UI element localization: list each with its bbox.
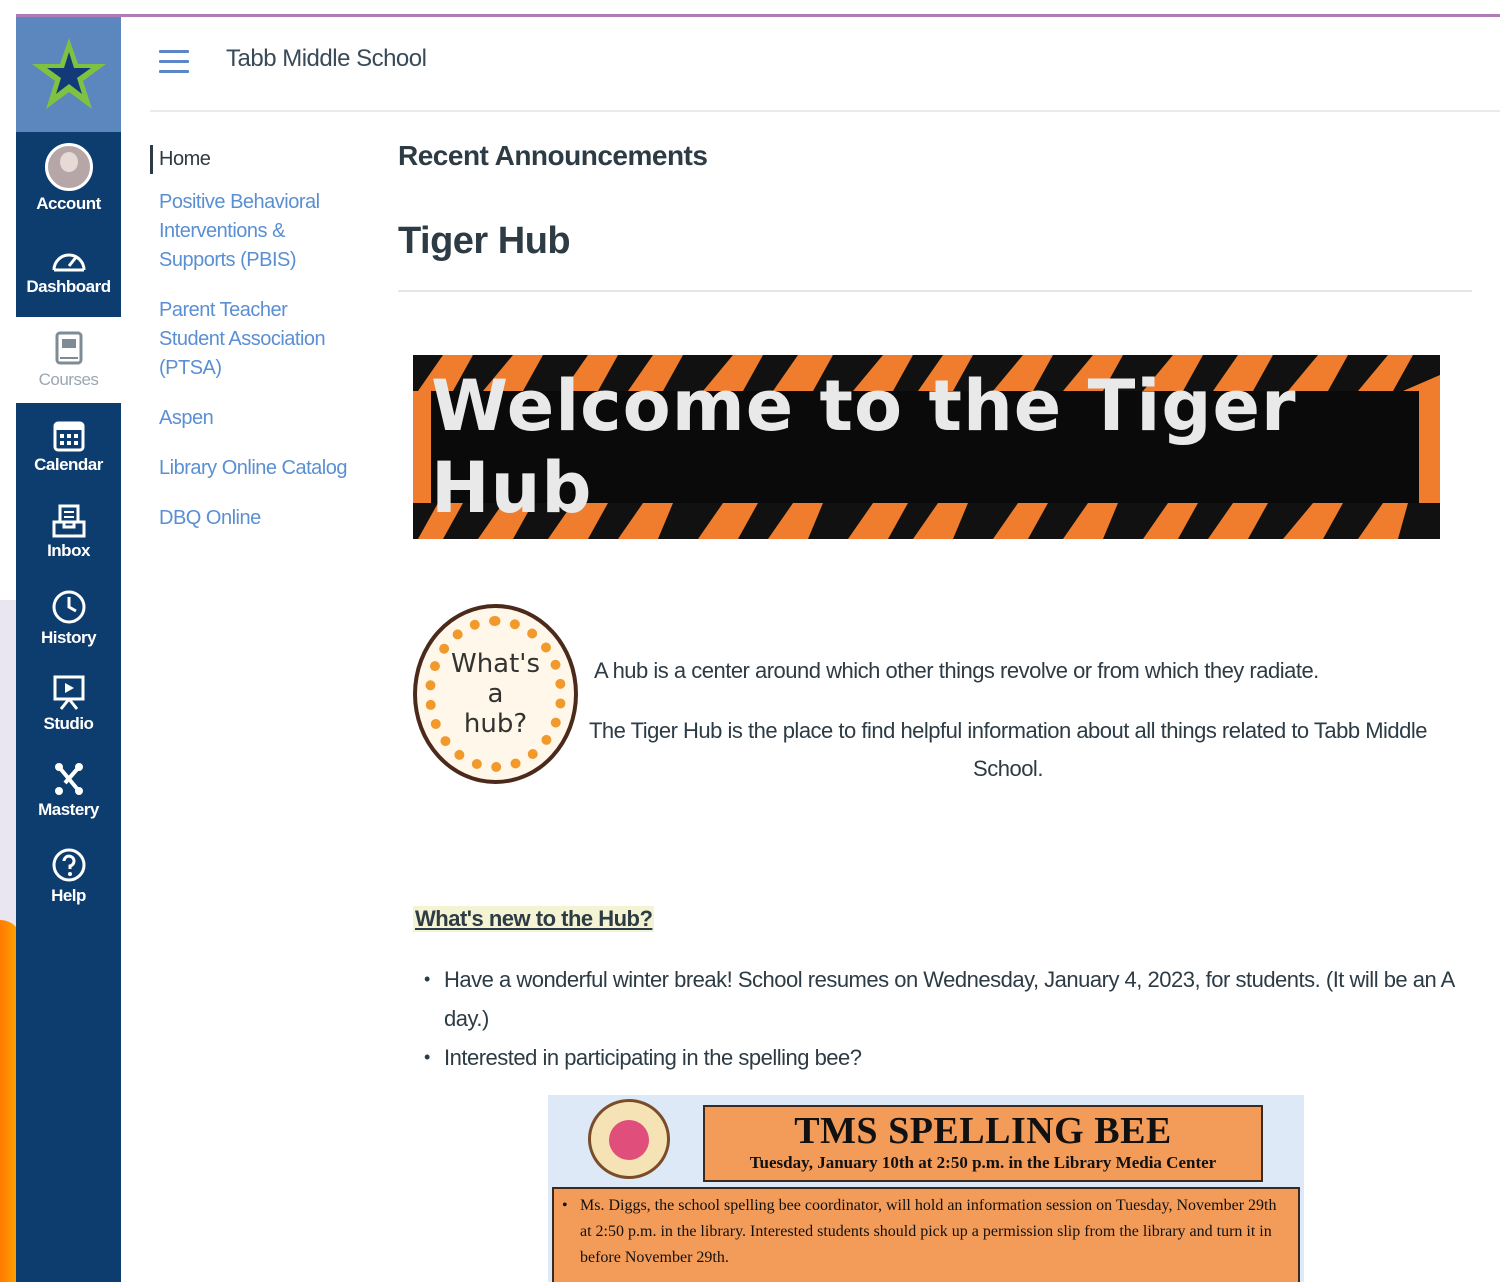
nav-account-label: Account	[36, 193, 101, 213]
calendar-icon	[53, 421, 84, 451]
welcome-banner: Welcome to the Tiger Hub	[413, 355, 1440, 539]
nav-calendar-label: Calendar	[34, 454, 103, 474]
inbox-icon	[52, 504, 85, 537]
list-item: Interested in participating in the spell…	[420, 1038, 1460, 1077]
school-logo[interactable]	[16, 17, 121, 132]
avatar	[44, 142, 93, 191]
nav-help[interactable]: Help	[16, 833, 121, 919]
badge-line-3: hub?	[463, 709, 528, 739]
nav-dashboard-label: Dashboard	[26, 276, 111, 296]
main-content: Recent Announcements Tiger Hub Welcome t…	[398, 140, 1478, 1282]
hub-definition: A hub is a center around which other thi…	[594, 658, 1319, 683]
course-nav-dbq-online[interactable]: DBQ Online	[150, 504, 350, 533]
spelling-bee-flyer: TMS SPELLING BEE Tuesday, January 10th a…	[548, 1095, 1304, 1282]
global-navigation: Account Dashboard Courses Calendar Inbox…	[16, 17, 121, 1282]
spelling-bee-date: Tuesday, January 10th at 2:50 p.m. in th…	[749, 1153, 1217, 1172]
whats-new-heading: What's new to the Hub?	[413, 906, 655, 932]
star-logo-icon	[31, 37, 106, 109]
spelling-bee-title: TMS SPELLING BEE	[794, 1110, 1172, 1152]
nav-dashboard[interactable]: Dashboard	[16, 227, 121, 313]
course-navigation: Home Positive Behavioral Interventions &…	[150, 145, 350, 554]
course-nav-library-catalog[interactable]: Library Online Catalog	[150, 454, 350, 483]
help-icon	[52, 848, 85, 881]
badge-text: What's a hub?	[451, 649, 540, 739]
header-divider	[150, 110, 1500, 112]
nav-inbox[interactable]: Inbox	[16, 489, 121, 575]
course-nav-ptsa[interactable]: Parent Teacher Student Association (PTSA…	[150, 296, 350, 383]
breadcrumb[interactable]: Tabb Middle School	[226, 45, 427, 73]
banner-title: Welcome to the Tiger Hub	[431, 365, 1297, 529]
courses-icon	[55, 331, 82, 364]
mastery-icon	[54, 762, 83, 795]
nav-mastery[interactable]: Mastery	[16, 747, 121, 833]
history-icon	[52, 590, 85, 623]
hub-description: The Tiger Hub is the place to find helpf…	[588, 718, 1428, 781]
list-item: Have a wonderful winter break! School re…	[420, 960, 1460, 1038]
nav-account[interactable]: Account	[16, 135, 121, 221]
nav-courses-label: Courses	[38, 369, 99, 389]
nav-inbox-label: Inbox	[47, 540, 90, 560]
nav-studio-label: Studio	[43, 713, 94, 733]
course-nav-aspen[interactable]: Aspen	[150, 404, 350, 433]
badge-line-1: What's	[450, 649, 540, 679]
studio-icon	[53, 675, 84, 710]
nav-courses[interactable]: Courses	[16, 317, 121, 403]
badge-line-2: a	[487, 679, 504, 709]
course-nav-home[interactable]: Home	[150, 145, 350, 174]
whats-a-hub-badge: What's a hub?	[413, 604, 578, 784]
nav-history-label: History	[40, 627, 97, 647]
course-nav-pbis[interactable]: Positive Behavioral Interventions & Supp…	[150, 188, 350, 275]
title-divider	[398, 290, 1472, 292]
nav-calendar[interactable]: Calendar	[16, 403, 121, 489]
top-header: Tabb Middle School	[121, 17, 1500, 112]
spelling-bee-details: Ms. Diggs, the school spelling bee coord…	[552, 1187, 1300, 1282]
nav-mastery-label: Mastery	[38, 799, 99, 819]
nav-studio[interactable]: Studio	[16, 661, 121, 747]
page-title: Tiger Hub	[398, 220, 571, 262]
banner-panel: Welcome to the Tiger Hub	[431, 365, 1419, 529]
news-list: Have a wonderful winter break! School re…	[420, 960, 1460, 1077]
hamburger-menu-icon[interactable]	[159, 50, 189, 76]
nav-history[interactable]: History	[16, 575, 121, 661]
dashboard-icon	[52, 253, 85, 271]
spelling-bee-header: TMS SPELLING BEE Tuesday, January 10th a…	[703, 1105, 1263, 1182]
recent-announcements-heading[interactable]: Recent Announcements	[398, 140, 1478, 172]
spelling-bee-logo	[588, 1099, 670, 1179]
nav-help-label: Help	[51, 885, 86, 905]
